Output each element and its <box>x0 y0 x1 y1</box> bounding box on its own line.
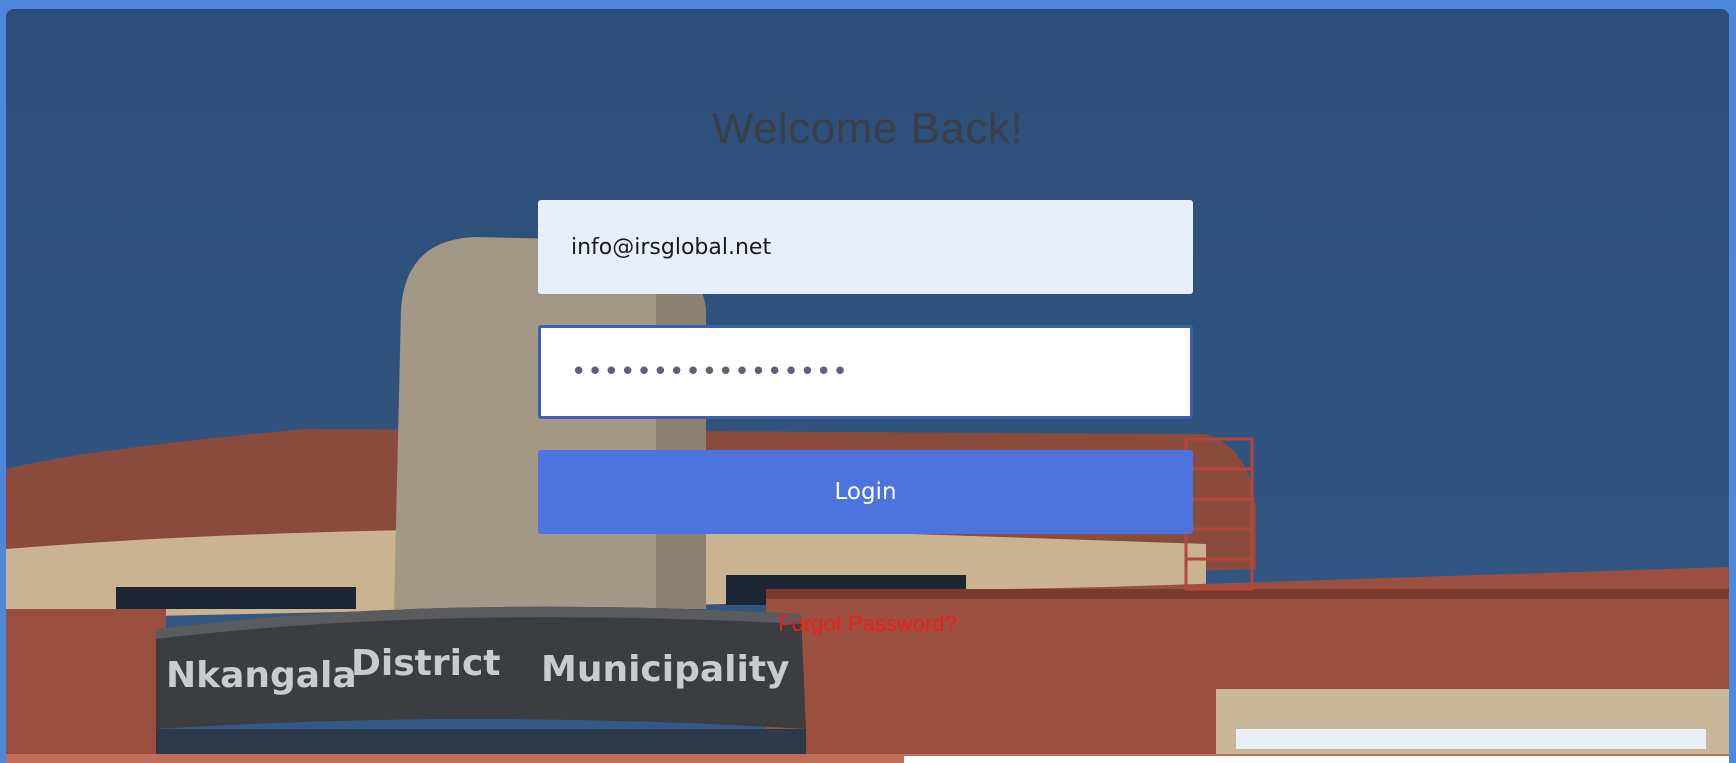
bottom-white-panel <box>904 756 1729 763</box>
forgot-password-link[interactable]: Forgot Password? <box>6 611 1729 637</box>
page-title: Welcome Back! <box>711 104 1024 153</box>
login-page: Nkangala District Municipality Welcome B… <box>6 9 1729 763</box>
login-form: Welcome Back! Login Forgot Password? <box>6 9 1729 763</box>
email-field[interactable] <box>538 200 1193 294</box>
login-button[interactable]: Login <box>538 450 1193 534</box>
password-field[interactable] <box>538 325 1193 419</box>
